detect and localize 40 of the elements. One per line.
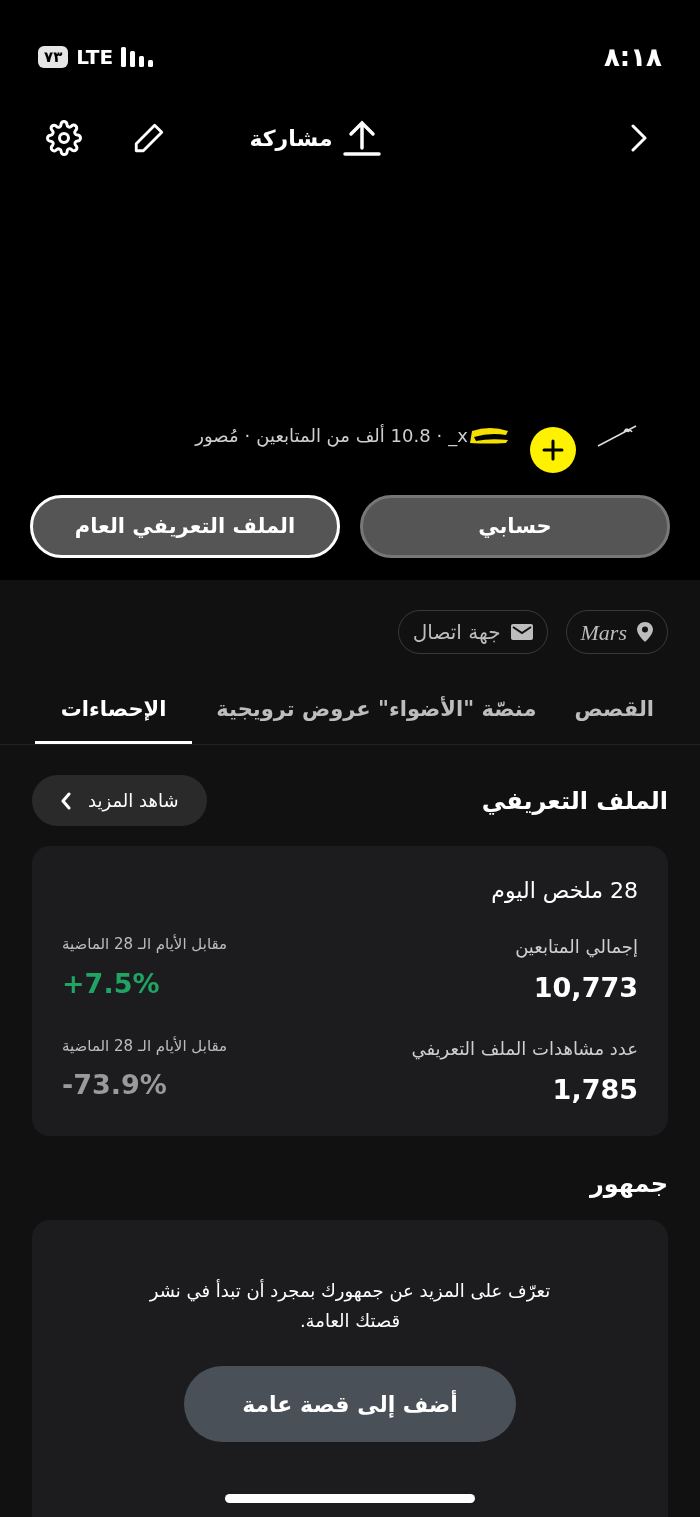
add-button[interactable] xyxy=(530,427,576,473)
stat-label: عدد مشاهدات الملف التعريفي xyxy=(411,1036,638,1062)
chevron-icon xyxy=(631,124,647,152)
edit-button[interactable] xyxy=(132,121,166,155)
audience-message: تعرّف على المزيد عن جمهورك بمجرد أن تبدأ في نشر قصتك العامة. xyxy=(148,1278,552,1333)
tab[interactable]: الإحصاءات xyxy=(34,678,193,744)
settings-icon xyxy=(46,120,82,156)
profile-subtitle-part: x_ xyxy=(448,423,468,449)
compare-label: مقابل الأيام الـ 28 الماضية xyxy=(62,1035,228,1057)
compare-label: مقابل الأيام الـ 28 الماضية xyxy=(62,933,228,955)
settings-button[interactable] xyxy=(46,120,82,156)
share-button[interactable]: مشاركة xyxy=(249,120,381,156)
chevron-icon xyxy=(60,791,72,810)
network-type: LTE xyxy=(76,44,114,71)
profile-subtitle-part: 10.8 ألف من المتابعين xyxy=(256,423,431,449)
mail-icon xyxy=(510,624,533,640)
stat-label: إجمالي المتابعين xyxy=(515,935,638,960)
upload-icon xyxy=(342,120,381,156)
redaction-mark xyxy=(470,425,510,445)
add-story-button[interactable]: أضف إلى قصة عامة xyxy=(184,1366,516,1442)
profile-button[interactable]: حسابي xyxy=(360,495,670,558)
profile-subtitle-part: · xyxy=(244,423,251,448)
card-title: 28 ملخص اليوم xyxy=(490,877,638,905)
profile-subtitle-part: مُصور xyxy=(195,423,239,449)
plus-icon xyxy=(542,439,564,461)
see-more-button[interactable]: شاهد المزيد xyxy=(32,775,207,826)
pencil-icon xyxy=(132,121,166,155)
battery-indicator: ٧٣ xyxy=(38,46,69,68)
section-title: الملف التعريفي xyxy=(481,785,668,817)
change-value: +7.5% xyxy=(62,966,161,1001)
clock: ٨:١٨ xyxy=(604,40,662,74)
stat-value: 10,773 xyxy=(532,971,638,1005)
profile-button[interactable]: الملف التعريفي العام xyxy=(30,495,340,558)
location-pin-icon xyxy=(637,622,653,642)
change-value: -73.9% xyxy=(62,1068,168,1102)
tab[interactable]: القصص xyxy=(560,678,668,744)
section-title: جمهور xyxy=(588,1169,669,1200)
profile-subtitle-part: · xyxy=(436,423,443,448)
tab[interactable]: منصّة "الأضواء" عروض ترويجية xyxy=(202,678,551,744)
stat-value: 1,785 xyxy=(551,1072,638,1107)
